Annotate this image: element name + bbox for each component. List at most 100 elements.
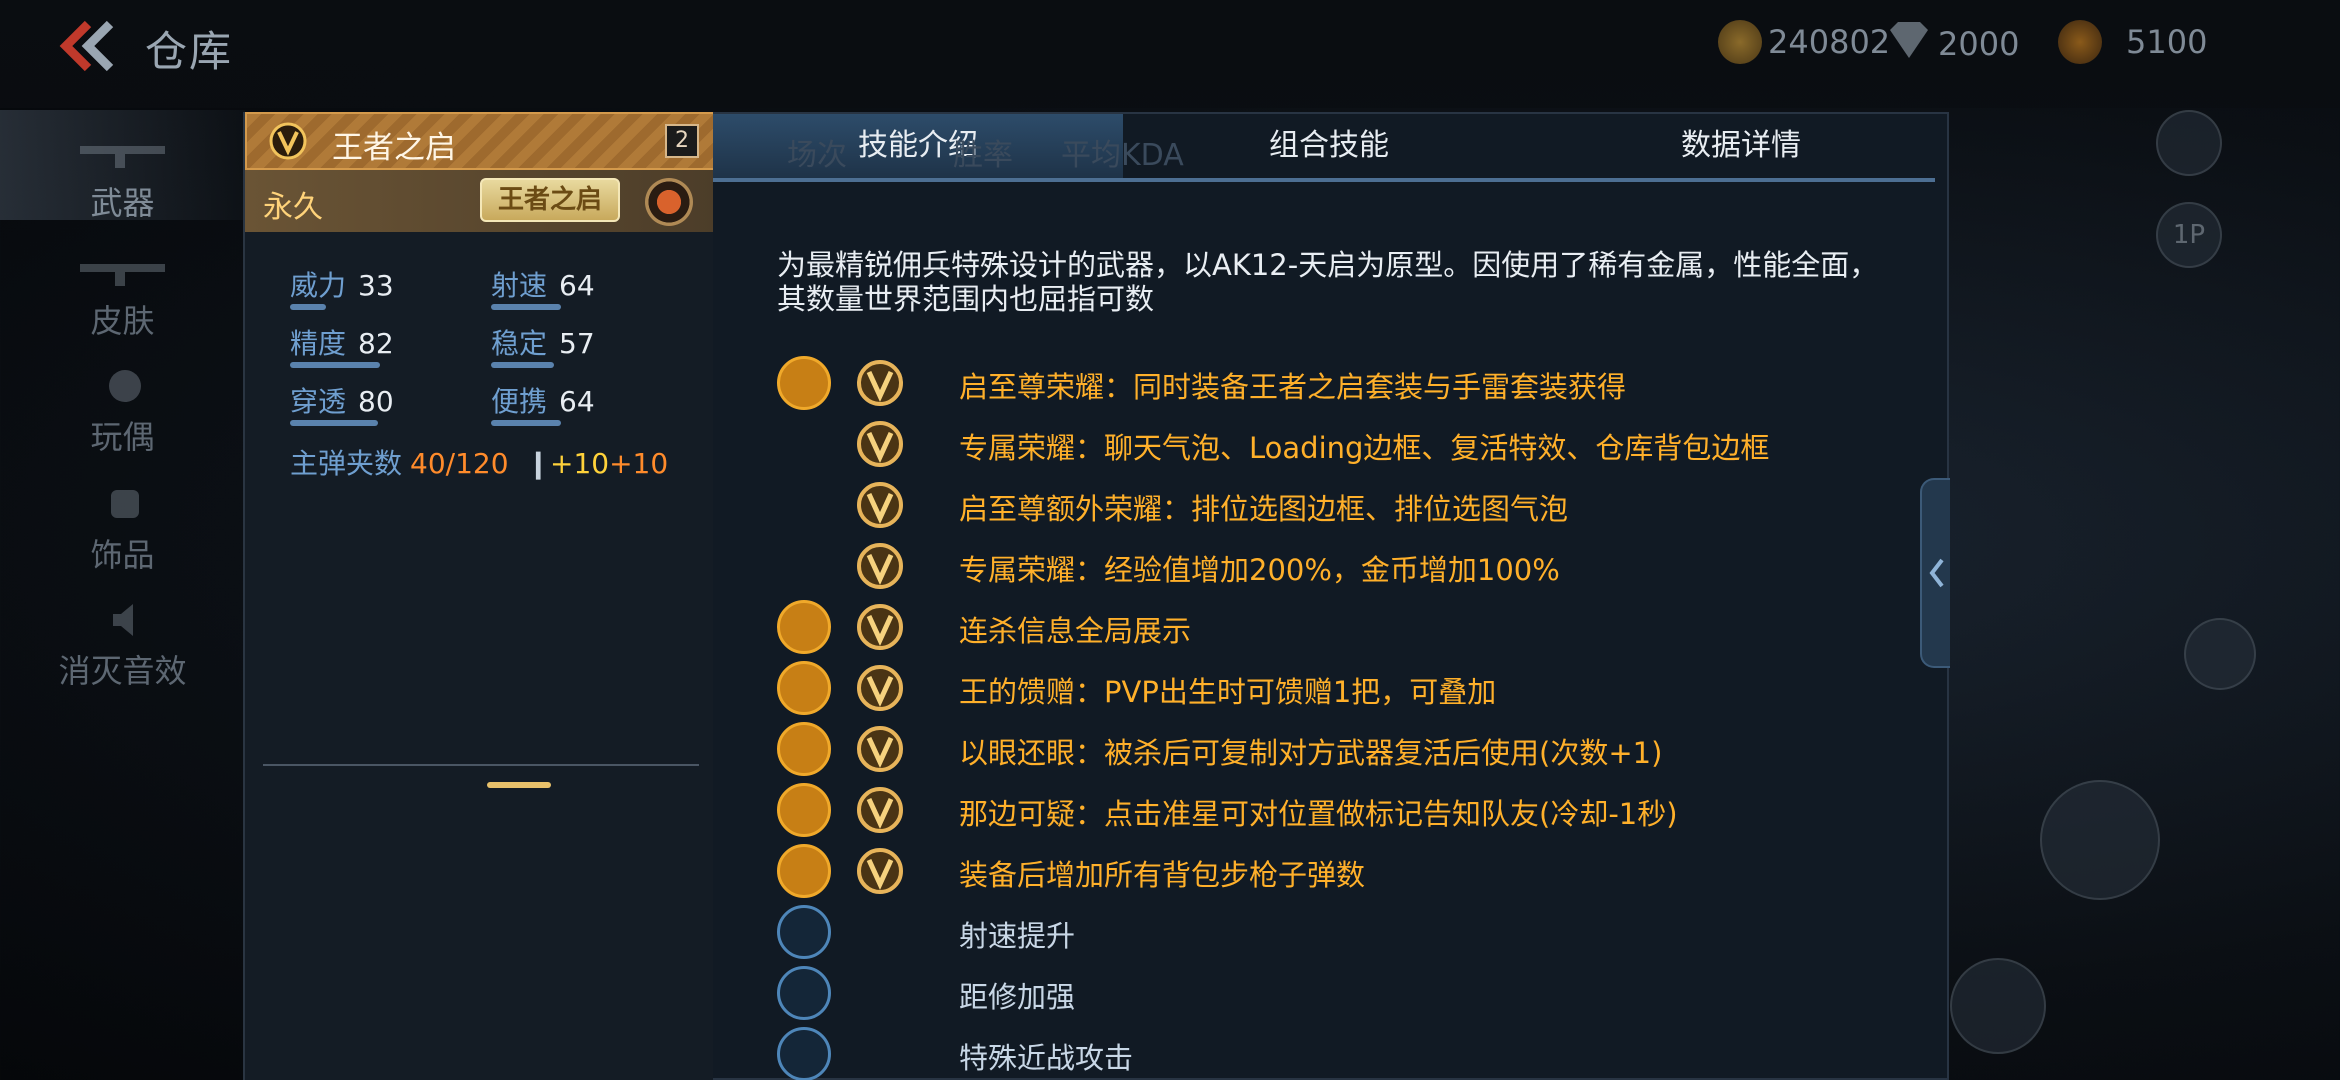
- v-rank-badge-icon: [857, 787, 903, 833]
- sidebar-item-label: 饰品: [90, 536, 155, 574]
- skill-text: 启至尊额外荣耀：排位选图边框、排位选图气泡: [959, 492, 1569, 526]
- v-rank-badge-icon: [857, 543, 903, 589]
- skill-text: 装备后增加所有背包步枪子弹数: [959, 858, 1366, 892]
- rifle-skin-icon: [80, 264, 165, 286]
- skill-row: 距修加强: [777, 966, 1917, 1024]
- sidebar-item-label: 玩偶: [90, 418, 155, 456]
- weapon-card-header: 王者之启 2: [245, 112, 715, 170]
- v-rank-badge-icon: [857, 482, 903, 528]
- category-sidebar: 武器 皮肤 玩偶 饰品 消灭音效: [0, 110, 245, 1080]
- scroll-indicator: [487, 782, 551, 788]
- sidebar-item-skins[interactable]: 皮肤: [0, 228, 245, 340]
- diamond-icon: [1886, 20, 1932, 68]
- skill-row: 专属荣耀：经验值增加200%，金币增加100%: [777, 539, 1917, 597]
- ammo-label: 主弹夹数: [290, 447, 403, 480]
- stat-portability: 便携 64: [491, 380, 595, 426]
- copy-weapon-icon: [777, 722, 831, 776]
- first-person-toggle[interactable]: 1P: [2156, 202, 2222, 268]
- skill-row: 装备后增加所有背包步枪子弹数: [777, 844, 1917, 902]
- gift-icon: [777, 661, 831, 715]
- doll-icon: [109, 370, 141, 402]
- skill-text: 启至尊荣耀：同时装备王者之启套装与手雷套装获得: [959, 370, 1627, 404]
- v-rank-badge-icon: [857, 665, 903, 711]
- weapon-duration: 永久: [263, 190, 323, 225]
- accessory-icon: [111, 490, 139, 518]
- stat-bar: [290, 362, 380, 368]
- stat-power: 威力 33: [290, 264, 394, 310]
- ammo-pack-icon: [777, 844, 831, 898]
- diamond-amount: 2000: [1938, 25, 2020, 63]
- skill-row: 王的馈赠：PVP出生时可馈赠1把，可叠加: [777, 661, 1917, 719]
- ammo-value: 40/120: [410, 447, 509, 480]
- tab-combo-skills[interactable]: 组合技能: [1123, 114, 1535, 180]
- diamond-currency: 2000: [1886, 20, 2019, 68]
- range-icon: [777, 966, 831, 1020]
- bullet-icon: ❙: [526, 447, 550, 480]
- stat-penetration: 穿透 80: [290, 380, 394, 426]
- weapon-count-badge: 2: [665, 124, 699, 158]
- skill-text: 连杀信息全局展示: [959, 614, 1192, 648]
- diamond-lattice-icon: [777, 356, 831, 410]
- sidebar-item-label: 皮肤: [90, 302, 155, 340]
- tab-data-details[interactable]: 数据详情: [1535, 114, 1947, 180]
- weapon-name: 王者之启: [332, 130, 456, 166]
- stat-bar: [290, 304, 326, 310]
- stat-stability: 稳定 57: [491, 322, 595, 368]
- sidebar-item-dolls[interactable]: 玩偶: [0, 344, 245, 456]
- rifle-icon: [80, 146, 165, 168]
- running-man-icon: [777, 783, 831, 837]
- ammo-info: 主弹夹数 40/120 ❙+10+10: [290, 442, 668, 482]
- stat-bar: [491, 304, 561, 310]
- stat-fire-rate: 射速 64: [491, 264, 595, 310]
- gold-currency: 240802: [1718, 20, 1890, 64]
- broadcast-icon: [777, 600, 831, 654]
- skill-row: 启至尊荣耀：同时装备王者之启套装与手雷套装获得: [777, 356, 1917, 414]
- weapon-card: 王者之启 2 永久 王者之启 威力 33 射速 64 精度 82 稳定 57 穿透 80 …: [243, 112, 715, 1080]
- top-bar: 仓库 240802 2000 5100: [0, 0, 2340, 108]
- speaker-icon: [113, 604, 133, 636]
- chevron-left-icon: [1929, 558, 1944, 588]
- sidebar-item-kill-sounds[interactable]: 消灭音效: [0, 578, 245, 690]
- skill-text: 特殊近战攻击: [959, 1041, 1134, 1075]
- swap-button[interactable]: [1950, 958, 2046, 1054]
- v-rank-badge-icon: [857, 726, 903, 772]
- skill-text: 专属荣耀：聊天气泡、Loading边框、复活特效、仓库背包边框: [959, 431, 1770, 465]
- ghost-stat-winrate: 胜率: [953, 138, 1013, 173]
- skill-text: 专属荣耀：经验值增加200%，金币增加100%: [959, 553, 1560, 587]
- skill-text: 以眼还眼：被杀后可复制对方武器复活后使用(次数+1): [959, 736, 1663, 770]
- v-rank-badge-icon: [269, 122, 307, 160]
- skill-row: 启至尊额外荣耀：排位选图边框、排位选图气泡: [777, 478, 1917, 536]
- detail-panel: 技能介绍 组合技能 数据详情 场次 胜率 平均KDA 为最精锐佣兵特殊设计的武器…: [713, 112, 1949, 1080]
- skill-text: 射速提升: [959, 919, 1076, 953]
- skill-row: 连杀信息全局展示: [777, 600, 1917, 658]
- v-rank-badge-icon: [857, 848, 903, 894]
- ghost-stat-matches: 场次: [787, 138, 847, 173]
- ammo-bonus: +10: [550, 447, 610, 480]
- weapon-card-subheader: 永久 王者之启: [245, 170, 715, 232]
- card-divider: [263, 764, 699, 766]
- skill-row: 以眼还眼：被杀后可复制对方武器复活后使用(次数+1): [777, 722, 1917, 780]
- sidebar-item-weapons[interactable]: 武器: [0, 110, 245, 222]
- collapse-panel-button[interactable]: [1920, 478, 1950, 668]
- medal-amount: 5100: [2126, 23, 2208, 61]
- gesture-button[interactable]: [2184, 618, 2256, 690]
- v-rank-badge-icon: [857, 604, 903, 650]
- skill-text: 王的馈赠：PVP出生时可馈赠1把，可叠加: [959, 675, 1497, 709]
- stat-bar: [491, 420, 561, 426]
- skill-row: 专属荣耀：聊天气泡、Loading边框、复活特效、仓库背包边框: [777, 417, 1917, 475]
- v-rank-badge-icon: [857, 421, 903, 467]
- skill-row: 那边可疑：点击准星可对位置做标记告知队友(冷却-1秒): [777, 783, 1917, 841]
- page-title: 仓库: [145, 27, 234, 76]
- tabs-underline: [713, 178, 1935, 182]
- gamepad-button[interactable]: [2156, 110, 2222, 176]
- stat-bar: [491, 362, 554, 368]
- ghost-stat-kda: 平均KDA: [1061, 138, 1184, 173]
- sidebar-item-accessories[interactable]: 饰品: [0, 462, 245, 574]
- skill-text: 那边可疑：点击准星可对位置做标记告知队友(冷却-1秒): [959, 797, 1678, 831]
- skill-row: 特殊近战攻击: [777, 1027, 1917, 1080]
- fire-rate-icon: [777, 905, 831, 959]
- weapon-logo: 王者之启: [480, 178, 620, 222]
- back-chevron-icon[interactable]: [52, 18, 122, 74]
- knife-button[interactable]: [2040, 780, 2160, 900]
- skill-row: 射速提升: [777, 905, 1917, 963]
